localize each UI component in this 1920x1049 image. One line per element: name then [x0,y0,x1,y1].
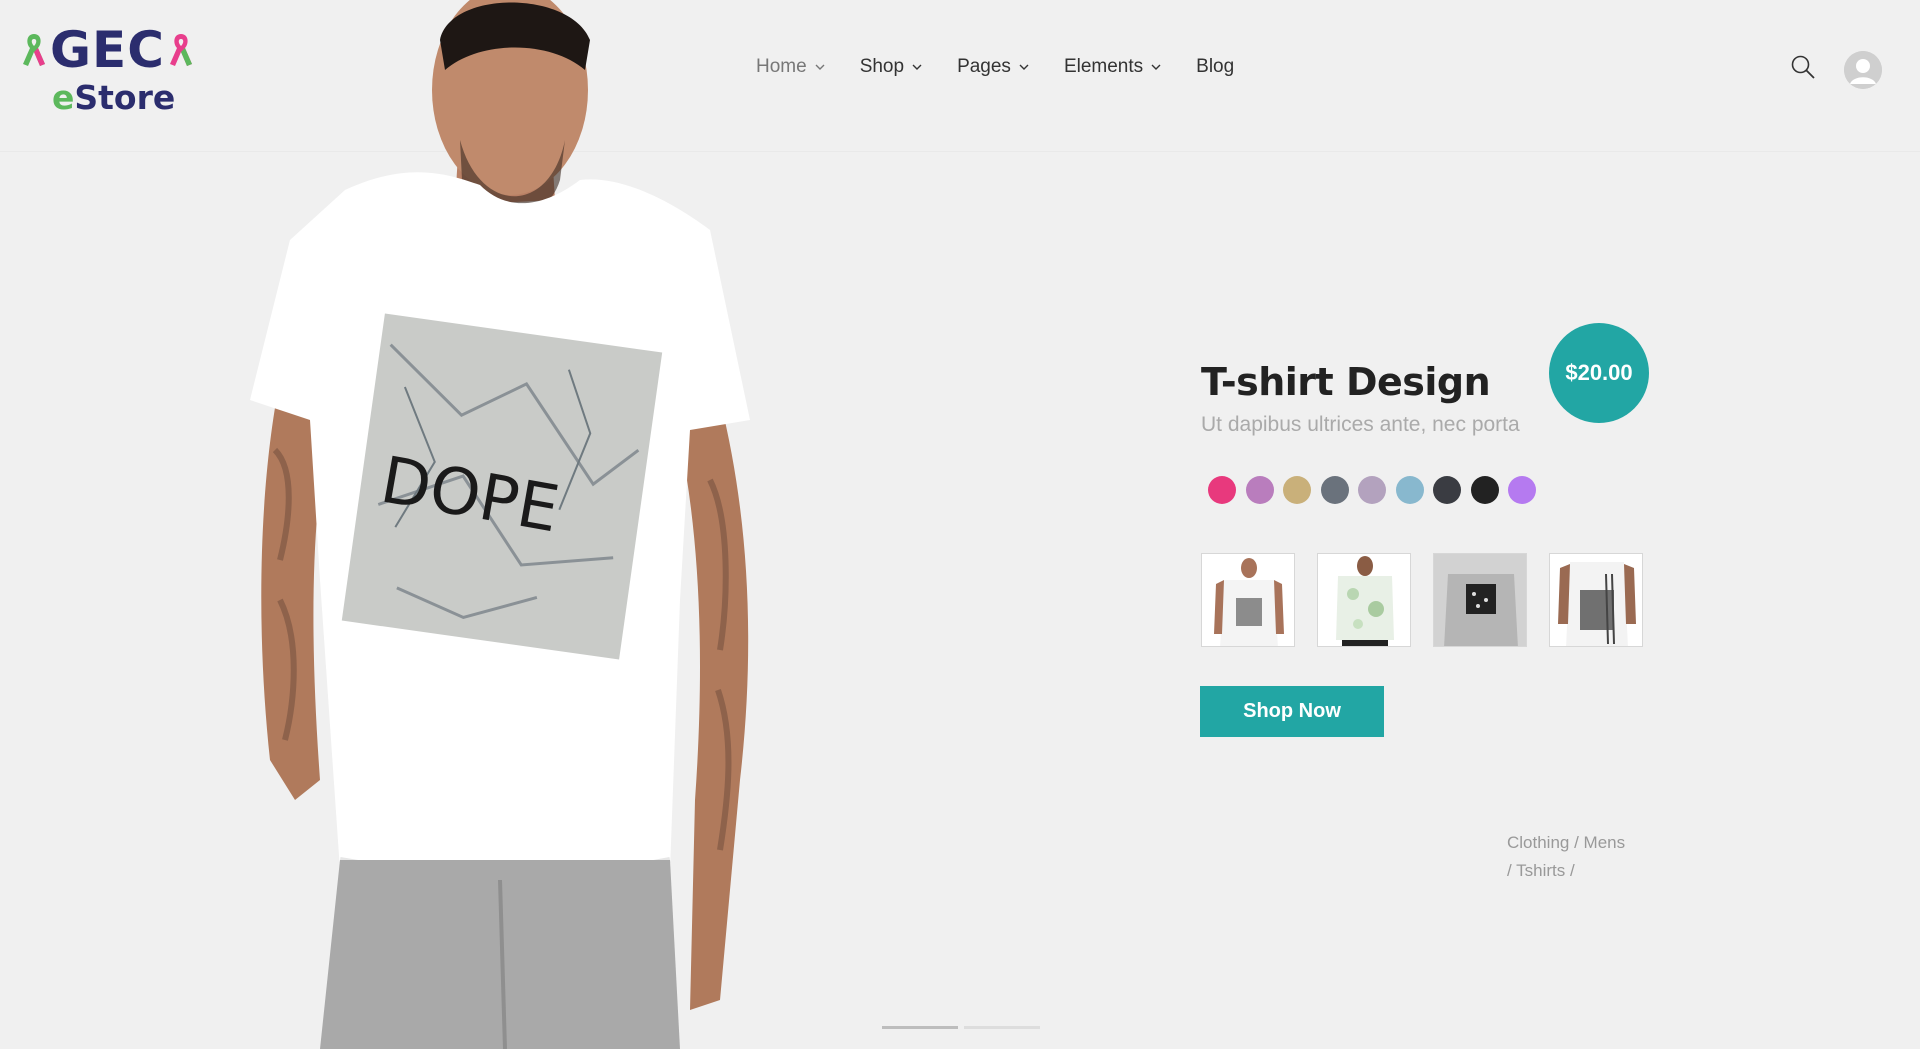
product-thumbnails [1201,553,1665,647]
main-nav: Home Shop Pages Elements Blog [756,56,1268,78]
nav-blog[interactable]: Blog [1196,56,1234,78]
color-swatch-8[interactable] [1470,476,1499,504]
color-swatch-6[interactable] [1395,476,1424,504]
chevron-down-icon [1151,64,1161,70]
color-swatch-7[interactable] [1433,476,1461,504]
nav-shop[interactable]: Shop [860,56,923,78]
hero-model-image: DOPE [250,0,770,1049]
thumbnail-tee-striped[interactable] [1549,553,1643,647]
shop-now-button[interactable]: Shop Now [1200,686,1384,737]
thumbnail-tee-ny[interactable] [1201,553,1295,647]
category-line-1[interactable]: Clothing / Mens [1507,829,1657,857]
color-swatch-9[interactable] [1508,476,1536,504]
logo-wordmark: GEC [18,22,218,78]
logo-subtitle: eStore [52,78,176,117]
nav-elements[interactable]: Elements [1064,56,1162,78]
product-title: T-shirt Design [1201,360,1491,404]
color-swatch-2[interactable] [1245,476,1274,504]
slider-pagination [882,1026,1046,1029]
chevron-down-icon [1019,64,1029,70]
slider-dot-2[interactable] [964,1026,1040,1029]
search-icon[interactable] [1790,54,1816,80]
product-categories: Clothing / Mens / Tshirts / [1507,829,1657,885]
awareness-ribbon-icon [169,34,192,66]
chevron-down-icon [815,64,825,70]
price-badge: $20.00 [1549,323,1649,423]
thumbnail-tee-gray[interactable] [1433,553,1527,647]
color-swatch-3[interactable] [1283,476,1311,504]
logo-text: GEC [50,21,165,79]
chevron-down-icon [912,64,922,70]
site-logo[interactable]: GEC eStore [18,22,218,122]
thumbnail-tee-floral[interactable] [1317,553,1411,647]
slider-dot-1[interactable] [882,1026,958,1029]
user-avatar-icon[interactable] [1844,51,1882,89]
color-swatch-4[interactable] [1320,476,1349,504]
color-swatch-5[interactable] [1358,476,1386,504]
color-swatches [1208,476,1546,504]
product-subtitle: Ut dapibus ultrices ante, nec porta [1201,413,1520,436]
color-swatch-1[interactable] [1208,476,1236,504]
awareness-ribbon-icon [23,34,45,66]
nav-pages[interactable]: Pages [957,56,1030,78]
category-line-2[interactable]: / Tshirts / [1507,857,1657,885]
